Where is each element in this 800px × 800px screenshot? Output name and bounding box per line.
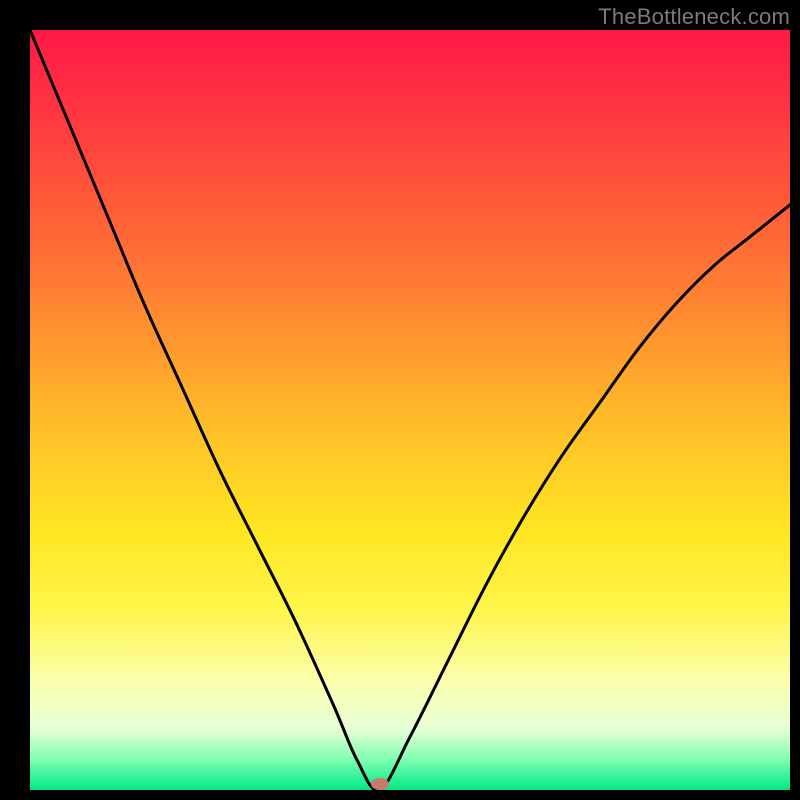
watermark-text: TheBottleneck.com [598,4,790,30]
optimal-point-marker [371,778,389,790]
plot-area [30,30,790,790]
curve-svg [30,30,790,790]
chart-frame: TheBottleneck.com [0,0,800,800]
bottleneck-curve-path [30,30,790,790]
